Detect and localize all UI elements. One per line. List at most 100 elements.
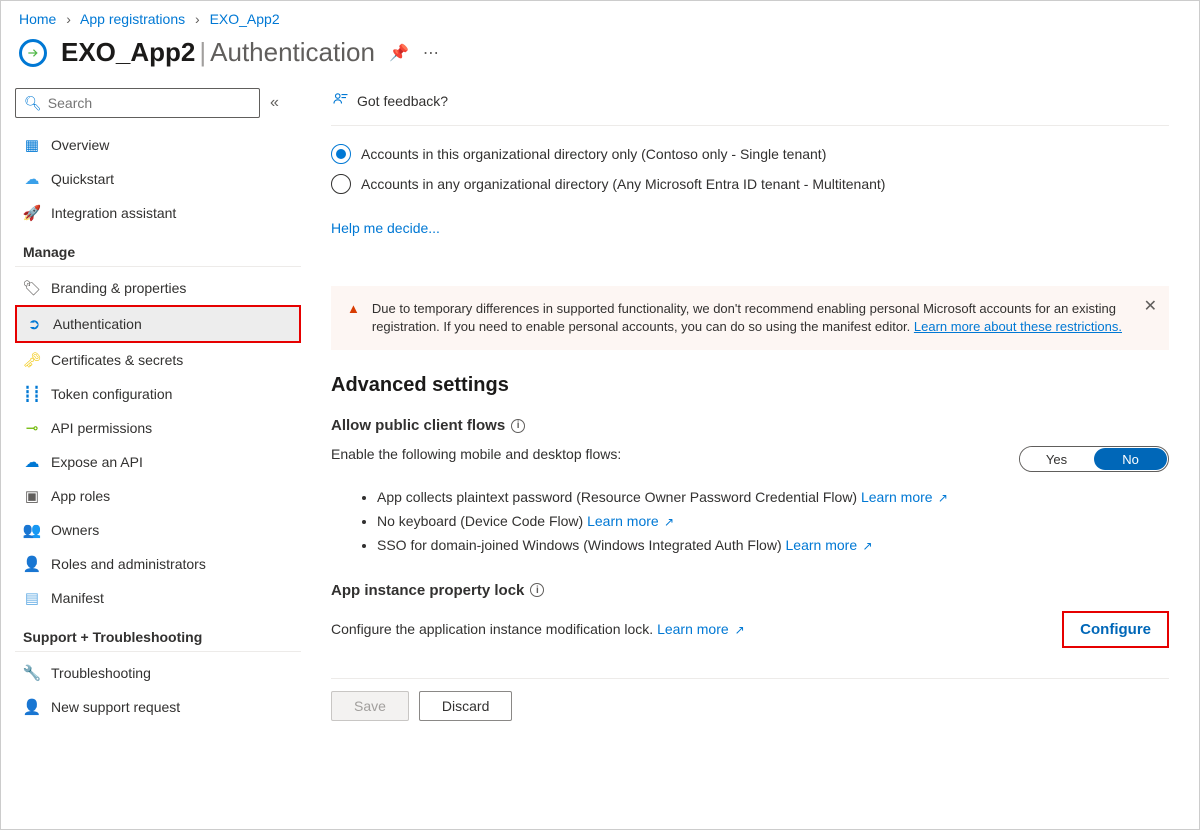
app-instance-lock-learn-more[interactable]: Learn more — [657, 621, 729, 637]
app-instance-lock-desc: Configure the application instance modif… — [331, 621, 657, 637]
configure-button[interactable]: Configure — [1062, 611, 1169, 648]
feedback-icon — [331, 90, 349, 111]
nav-icon: 👤 — [23, 698, 41, 716]
nav-label: Token configuration — [51, 386, 172, 402]
external-link-icon: ↗ — [935, 491, 948, 505]
collapse-sidebar-icon[interactable]: « — [270, 94, 279, 112]
nav-label: Manifest — [51, 590, 104, 606]
nav-label: Integration assistant — [51, 205, 176, 221]
sidebar-item-integration-assistant[interactable]: 🚀Integration assistant — [15, 196, 301, 230]
info-icon[interactable]: i — [511, 419, 525, 433]
nav-icon: 👥 — [23, 521, 41, 539]
sidebar-item-api-permissions[interactable]: ⊸API permissions — [15, 411, 301, 445]
flow-item: SSO for domain-joined Windows (Windows I… — [377, 534, 1169, 558]
nav-label: Roles and administrators — [51, 556, 206, 572]
feedback-button[interactable]: Got feedback? — [331, 84, 1169, 126]
page-title: EXO_App2 — [61, 37, 195, 68]
flow-learn-more-link[interactable]: Learn more — [587, 513, 659, 529]
flow-item: App collects plaintext password (Resourc… — [377, 486, 1169, 510]
radio-icon — [331, 144, 351, 164]
sidebar-item-token-configuration[interactable]: ┋┋ Token configuration — [15, 377, 301, 411]
sidebar-item-expose-an-api[interactable]: ☁Expose an API — [15, 445, 301, 479]
nav-label: Troubleshooting — [51, 665, 151, 681]
sidebar-item-certificates-secrets[interactable]: 🗝 Certificates & secrets — [15, 343, 301, 377]
radio-single-tenant[interactable]: Accounts in this organizational director… — [331, 144, 1169, 164]
nav-label: Quickstart — [51, 171, 114, 187]
toggle-no[interactable]: No — [1094, 448, 1167, 470]
nav-icon: ▤ — [23, 589, 41, 607]
external-link-icon: ↗ — [661, 515, 674, 529]
breadcrumb-app[interactable]: EXO_App2 — [210, 11, 280, 27]
sidebar-item-owners[interactable]: 👥 Owners — [15, 513, 301, 547]
nav-icon: ▣ — [23, 487, 41, 505]
public-client-flows-desc: Enable the following mobile and desktop … — [331, 446, 621, 462]
title-separator: | — [199, 37, 206, 68]
nav-label: New support request — [51, 699, 180, 715]
pin-icon[interactable]: 📌 — [389, 43, 409, 63]
public-client-flows-toggle[interactable]: Yes No — [1019, 446, 1169, 472]
more-icon[interactable]: ⋯ — [423, 43, 439, 63]
help-me-decide-link[interactable]: Help me decide... — [331, 220, 440, 236]
sidebar-item-troubleshooting[interactable]: 🔧 Troubleshooting — [15, 656, 301, 690]
footer-bar: Save Discard — [331, 678, 1169, 721]
nav-icon: 👤 — [23, 555, 41, 573]
save-button[interactable]: Save — [331, 691, 409, 721]
nav-icon: 🗝 — [23, 351, 41, 369]
sidebar-item-authentication[interactable]: ➲Authentication — [15, 305, 301, 343]
nav-label: App roles — [51, 488, 110, 504]
sidebar-section-manage: Manage — [15, 230, 301, 267]
main-content: Got feedback? Accounts in this organizat… — [311, 84, 1199, 822]
nav-icon: 🔧 — [23, 664, 41, 682]
external-link-icon: ↗ — [735, 623, 745, 637]
page-subtitle: Authentication — [210, 37, 375, 68]
nav-label: Expose an API — [51, 454, 143, 470]
nav-label: API permissions — [51, 420, 152, 436]
search-icon: 🔍︎ — [24, 95, 42, 112]
close-icon[interactable]: ✕ — [1144, 296, 1157, 318]
sidebar-item-new-support-request[interactable]: 👤 New support request — [15, 690, 301, 724]
banner-link[interactable]: Learn more about these restrictions. — [914, 319, 1122, 334]
page-header: EXO_App2 | Authentication 📌 ⋯ — [1, 31, 1199, 84]
nav-icon: ┋┋ — [23, 385, 41, 403]
flow-learn-more-link[interactable]: Learn more — [786, 537, 858, 553]
flow-text: App collects plaintext password (Resourc… — [377, 489, 861, 505]
sidebar-item-overview[interactable]: ▦ Overview — [15, 128, 301, 162]
flow-text: SSO for domain-joined Windows (Windows I… — [377, 537, 786, 553]
discard-button[interactable]: Discard — [419, 691, 512, 721]
warning-icon: ▲ — [347, 300, 360, 336]
app-icon — [19, 39, 47, 67]
nav-label: Certificates & secrets — [51, 352, 183, 368]
sidebar: 🔍︎ « ▦ Overview ☁ Quickstart 🚀Integration as… — [1, 84, 311, 822]
sidebar-item-app-roles[interactable]: ▣ App roles — [15, 479, 301, 513]
nav-label: Overview — [51, 137, 109, 153]
sidebar-section-support: Support + Troubleshooting — [15, 615, 301, 652]
app-instance-lock-heading: App instance property lock i — [331, 582, 1169, 599]
feedback-label: Got feedback? — [357, 93, 448, 109]
toggle-yes[interactable]: Yes — [1020, 447, 1093, 471]
radio-single-tenant-label: Accounts in this organizational director… — [361, 146, 826, 162]
sidebar-item-manifest[interactable]: ▤ Manifest — [15, 581, 301, 615]
flow-learn-more-link[interactable]: Learn more — [861, 489, 933, 505]
external-link-icon: ↗ — [859, 539, 872, 553]
search-input[interactable]: 🔍︎ — [15, 88, 260, 118]
nav-icon: ▦ — [23, 136, 41, 154]
chevron-right-icon: › — [195, 11, 200, 27]
sidebar-item-roles-and-administrators[interactable]: 👤 Roles and administrators — [15, 547, 301, 581]
search-field[interactable] — [48, 95, 251, 111]
nav-icon: ☁ — [23, 170, 41, 188]
flow-text: No keyboard (Device Code Flow) — [377, 513, 587, 529]
breadcrumb: Home › App registrations › EXO_App2 — [1, 1, 1199, 31]
breadcrumb-home[interactable]: Home — [19, 11, 56, 27]
radio-multitenant[interactable]: Accounts in any organizational directory… — [331, 174, 1169, 194]
advanced-settings-heading: Advanced settings — [331, 374, 1169, 397]
info-icon[interactable]: i — [530, 583, 544, 597]
sidebar-item-branding-properties[interactable]: 🏷Branding & properties — [15, 271, 301, 305]
breadcrumb-appreg[interactable]: App registrations — [80, 11, 185, 27]
chevron-right-icon: › — [66, 11, 71, 27]
flow-item: No keyboard (Device Code Flow) Learn mor… — [377, 510, 1169, 534]
nav-icon: 🏷 — [23, 279, 41, 297]
nav-label: Owners — [51, 522, 99, 538]
nav-icon: ➲ — [25, 315, 43, 333]
sidebar-item-quickstart[interactable]: ☁ Quickstart — [15, 162, 301, 196]
info-banner: ▲ Due to temporary differences in suppor… — [331, 286, 1169, 350]
